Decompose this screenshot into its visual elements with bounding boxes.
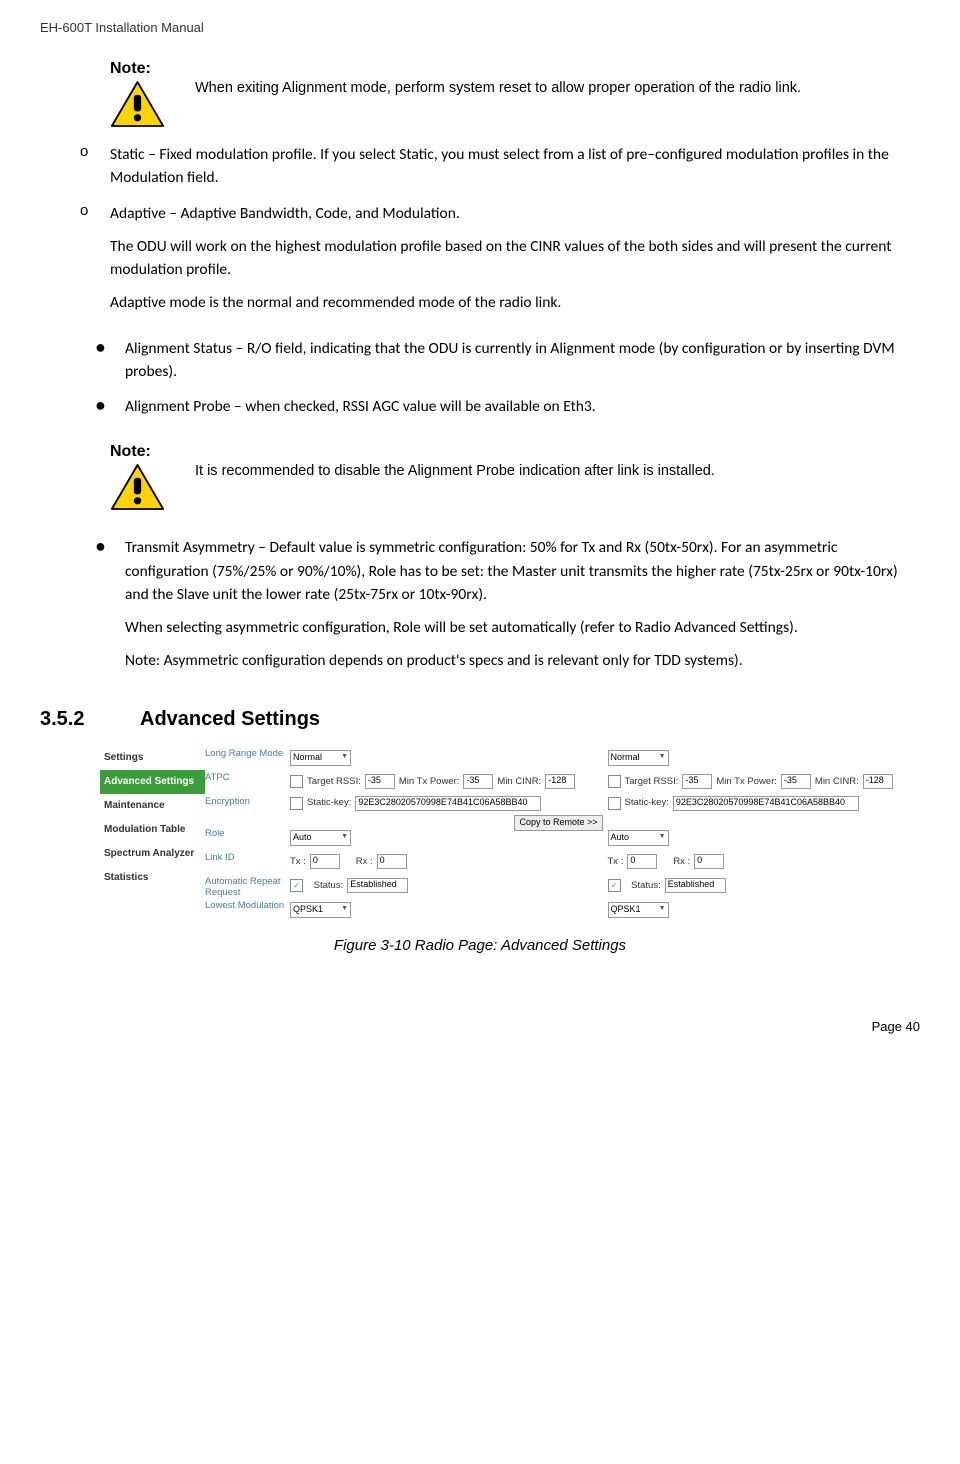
warning-icon	[110, 463, 165, 511]
list-marker: o	[80, 202, 110, 325]
link-rx-input[interactable]: 0	[377, 854, 407, 869]
sidebar-item-maintenance[interactable]: Maintenance	[100, 794, 205, 818]
atpc-checkbox[interactable]	[608, 775, 621, 788]
encryption-checkbox[interactable]	[290, 797, 303, 810]
list-text: Alignment Probe – when checked, RSSI AGC…	[125, 395, 596, 418]
role-select[interactable]: Auto	[290, 830, 351, 846]
page-footer: Page 40	[0, 979, 960, 1049]
note-label: Note:	[110, 443, 195, 461]
sidebar-item-statistics[interactable]: Statistics	[100, 866, 205, 890]
long-range-select[interactable]: Normal	[290, 750, 351, 766]
min-cinr-input[interactable]: -128	[863, 774, 893, 789]
long-range-select[interactable]: Normal	[608, 750, 669, 766]
document-header: EH-600T Installation Manual	[40, 20, 920, 35]
target-rssi-input[interactable]: -35	[682, 774, 712, 789]
section-heading: 3.5.2 Advanced Settings	[40, 708, 920, 731]
sidebar-item-modulation-table[interactable]: Modulation Table	[100, 818, 205, 842]
note-label: Note:	[110, 60, 195, 78]
role-select[interactable]: Auto	[608, 830, 669, 846]
link-rx-input[interactable]: 0	[694, 854, 724, 869]
lowest-mod-select[interactable]: QPSK1	[290, 902, 351, 918]
copy-to-remote-button[interactable]: Copy to Remote >>	[514, 815, 602, 831]
note-block: Note: When exiting Alignment mode, perfo…	[110, 60, 920, 128]
figure-remote-column: Normal Target RSSI:-35 Min Tx Power:-35 …	[603, 746, 921, 922]
sub-list: o Static – Fixed modulation profile. If …	[80, 143, 920, 325]
link-tx-input[interactable]: 0	[627, 854, 657, 869]
min-tx-power-input[interactable]: -35	[781, 774, 811, 789]
list-text: Alignment Status – R/O field, indicating…	[125, 337, 920, 384]
arq-checkbox[interactable]: ✓	[608, 879, 621, 892]
figure-local-column: Normal Target RSSI:-35 Min Tx Power:-35 …	[285, 746, 603, 922]
min-cinr-input[interactable]: -128	[545, 774, 575, 789]
list-marker: o	[80, 143, 110, 190]
atpc-checkbox[interactable]	[290, 775, 303, 788]
figure-caption: Figure 3-10 Radio Page: Advanced Setting…	[40, 937, 920, 954]
list-marker: ●	[95, 337, 125, 384]
figure-sidebar: Settings Advanced Settings Maintenance M…	[100, 746, 205, 922]
static-key-input[interactable]: 92E3C28020570998E74B41C06A58BB40	[355, 796, 541, 811]
list-text: Static – Fixed modulation profile. If yo…	[110, 143, 920, 190]
arq-status: Established	[347, 878, 408, 893]
arq-checkbox[interactable]: ✓	[290, 879, 303, 892]
sidebar-item-settings[interactable]: Settings	[100, 746, 205, 770]
warning-icon	[110, 80, 165, 128]
lowest-mod-select[interactable]: QPSK1	[608, 902, 669, 918]
link-tx-input[interactable]: 0	[310, 854, 340, 869]
encryption-checkbox[interactable]	[608, 797, 621, 810]
arq-status: Established	[665, 878, 726, 893]
static-key-input[interactable]: 92E3C28020570998E74B41C06A58BB40	[673, 796, 859, 811]
note-text: When exiting Alignment mode, perform sys…	[195, 60, 801, 98]
section-title: Advanced Settings	[140, 708, 320, 731]
section-number: 3.5.2	[40, 708, 140, 731]
figure-screenshot: Settings Advanced Settings Maintenance M…	[100, 746, 920, 922]
figure-row-labels: Long Range Mode ATPC Encryption Role Lin…	[205, 746, 285, 922]
list-marker: ●	[95, 536, 125, 682]
sidebar-item-advanced-settings[interactable]: Advanced Settings	[100, 770, 205, 794]
list-text: Transmit Asymmetry – Default value is sy…	[125, 536, 920, 682]
bullet-list: ● Alignment Status – R/O field, indicati…	[95, 337, 920, 419]
sidebar-item-spectrum-analyzer[interactable]: Spectrum Analyzer	[100, 842, 205, 866]
list-text: Adaptive – Adaptive Bandwidth, Code, and…	[110, 202, 920, 325]
bullet-list: ● Transmit Asymmetry – Default value is …	[95, 536, 920, 682]
list-marker: ●	[95, 395, 125, 418]
target-rssi-input[interactable]: -35	[365, 774, 395, 789]
note-text: It is recommended to disable the Alignme…	[195, 443, 715, 481]
note-block: Note: It is recommended to disable the A…	[110, 443, 920, 511]
min-tx-power-input[interactable]: -35	[463, 774, 493, 789]
